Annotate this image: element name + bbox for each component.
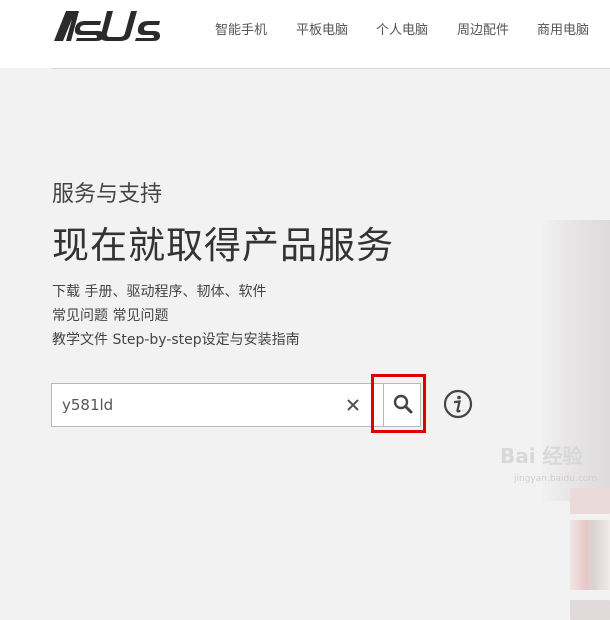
watermark-url: jingyan.baidu.com [514,474,598,484]
link-tutorials[interactable]: 教学文件 Step-by-step设定与安装指南 [52,328,300,352]
search-input[interactable] [52,384,382,426]
info-icon[interactable] [443,389,473,419]
link-downloads[interactable]: 下载 手册、驱动程序、韧体、软件 [52,280,300,304]
close-icon[interactable] [344,396,362,414]
nav-item-business-pcs[interactable]: 商用电脑 [537,19,589,38]
header-divider [52,68,610,69]
page-subtitle: 服务与支持 [52,182,163,207]
nav-item-tablets[interactable]: 平板电脑 [296,19,348,38]
search-box [51,383,421,427]
nav-item-accessories[interactable]: 周边配件 [457,19,509,38]
top-nav: 智能手机 平板电脑 个人电脑 周边配件 商用电脑 [0,19,610,39]
watermark-text: Bai 经验 [500,444,583,468]
link-faq[interactable]: 常见问题 常见问题 [52,304,300,328]
page-title: 现在就取得产品服务 [52,224,394,267]
support-links: 下载 手册、驱动程序、韧体、软件 常见问题 常见问题 教学文件 Step-by-… [52,280,300,352]
site-header: 智能手机 平板电脑 个人电脑 周边配件 商用电脑 [0,0,610,68]
nav-item-pcs[interactable]: 个人电脑 [376,19,428,38]
search-icon[interactable] [392,393,414,415]
nav-item-smartphones[interactable]: 智能手机 [215,19,267,38]
